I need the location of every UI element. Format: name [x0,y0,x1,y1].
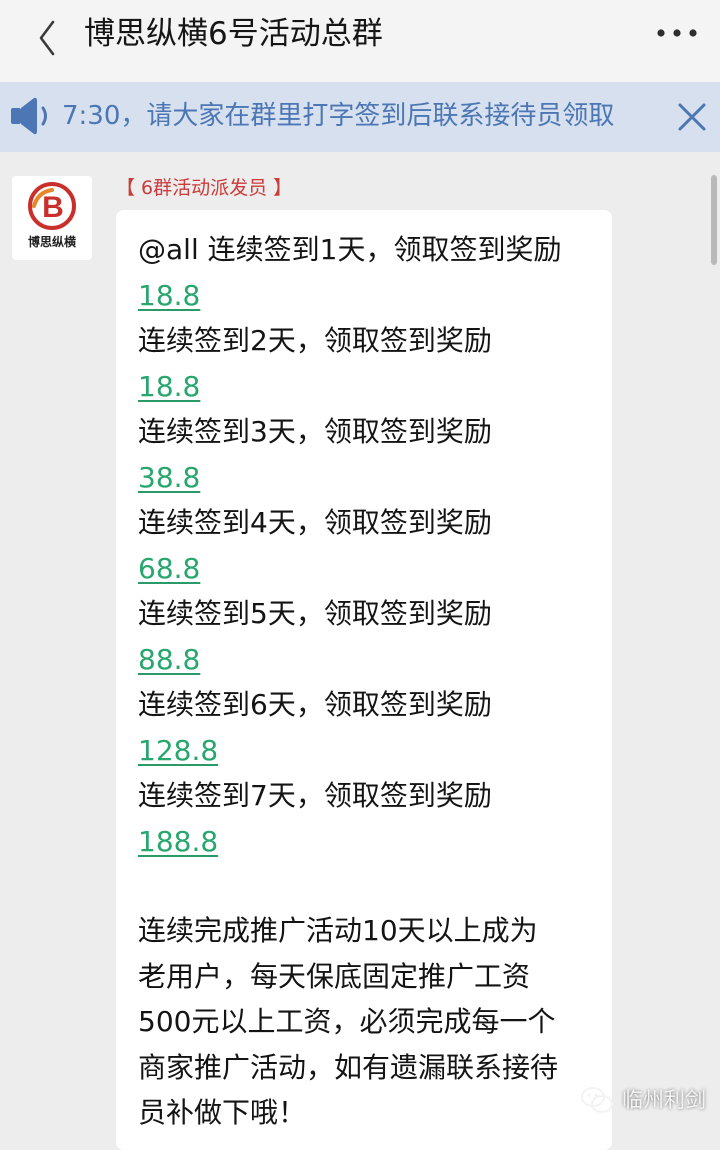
close-icon [678,103,706,131]
reward-amount-line: 18.8 [138,364,602,410]
chevron-left-icon [39,20,55,56]
watermark: 临州利剑 [580,1083,706,1117]
checkin-line-2: 连续签到2天，领取签到奖励 [138,318,602,364]
watermark-text: 临州利剑 [622,1088,706,1112]
speaker-icon [11,97,47,135]
mention-all[interactable]: @all [138,233,199,266]
reward-amount-line: 128.8 [138,728,602,774]
paragraph-line: 商家推广活动，如有遗漏联系接待 [138,1050,559,1084]
reward-amount-link[interactable]: 188.8 [138,825,218,858]
reward-amount-link[interactable]: 18.8 [138,279,200,312]
chat-title: 博思纵横6号活动总群 [84,16,383,52]
reward-amount-link[interactable]: 18.8 [138,370,200,403]
checkin-label: 连续签到2天，领取签到奖励 [138,324,492,357]
paragraph-line: 连续完成推广活动10天以上成为 [138,914,538,947]
reward-amount-link[interactable]: 128.8 [138,734,218,767]
checkin-label: 连续签到1天，领取签到奖励 [207,233,562,266]
checkin-label: 连续签到7天，领取签到奖励 [138,779,492,812]
checkin-line-1: @all 连续签到1天，领取签到奖励 [138,227,602,273]
avatar-caption: 博思纵横 [27,235,76,249]
back-button[interactable] [28,16,68,60]
sender-avatar[interactable]: B 博思纵横 [12,176,92,260]
checkin-label: 连续签到5天，领取签到奖励 [138,597,492,630]
checkin-line-3: 连续签到3天，领取签到奖励 [138,409,602,455]
more-button[interactable] [654,18,700,48]
scrollbar[interactable] [711,175,717,265]
top-navbar: 博思纵横6号活动总群 [0,0,720,82]
paragraph-line: 老用户，每天保底固定推广工资 [138,959,531,993]
checkin-line-5: 连续签到5天，领取签到奖励 [138,591,602,637]
reward-amount-link[interactable]: 68.8 [138,552,200,585]
checkin-label: 连续签到3天，领取签到奖励 [138,415,492,448]
reward-amount-line: 88.8 [138,637,602,683]
svg-text:B: B [42,191,64,224]
reward-amount-line: 38.8 [138,455,602,501]
paragraph-line: 员补做下哦！ [138,1096,307,1129]
checkin-line-7: 连续签到7天，领取签到奖励 [138,773,602,819]
reward-amount-link[interactable]: 38.8 [138,461,200,494]
announcement-bar[interactable]: 间7:30，请大家在群里打字签到后联系接待员领取 [0,82,720,152]
reward-amount-line: 68.8 [138,546,602,592]
checkin-line-6: 连续签到6天，领取签到奖励 [138,682,602,728]
checkin-label: 连续签到4天，领取签到奖励 [138,506,492,539]
message-bubble[interactable]: @all 连续签到1天，领取签到奖励 18.8 连续签到2天，领取签到奖励 18… [116,210,612,1150]
brand-logo-icon: B [28,182,76,230]
announcement-text: 间7:30，请大家在群里打字签到后联系接待员领取 [64,101,615,131]
sender-name[interactable]: 【 6群活动派发员 】 [116,175,292,201]
checkin-label: 连续签到6天，领取签到奖励 [138,688,492,721]
more-dots-icon [657,29,697,37]
wechat-icon [581,1087,613,1113]
paragraph-line: 500元以上工资，必须完成每一个 [138,1005,556,1038]
reward-amount-link[interactable]: 88.8 [138,643,200,676]
reward-amount-line: 18.8 [138,273,602,319]
close-announcement-button[interactable] [674,99,710,135]
checkin-line-4: 连续签到4天，领取签到奖励 [138,500,602,546]
reward-amount-line: 188.8 [138,819,602,865]
announcement-text-area: 间7:30，请大家在群里打字签到后联系接待员领取 [64,82,670,152]
